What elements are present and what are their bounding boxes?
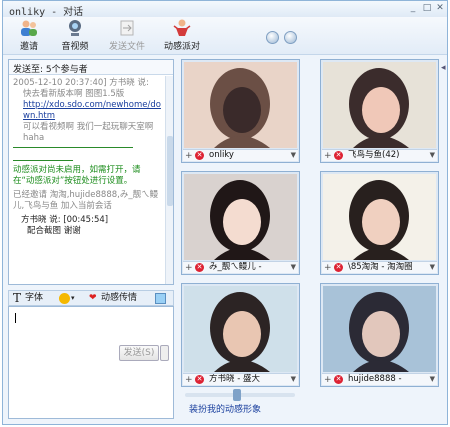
webcam-video: [184, 62, 297, 148]
video-caption-bar: + ✕ onliky ▼: [183, 149, 298, 161]
plus-icon[interactable]: +: [185, 151, 193, 161]
chevron-down-icon[interactable]: ▼: [430, 151, 435, 159]
message-header: 方书晓 说: [00:45:54]: [21, 215, 109, 225]
chevron-down-icon[interactable]: ▼: [291, 263, 296, 271]
invite-icon: [21, 20, 37, 36]
webcam-video: [323, 174, 436, 260]
chat-log: 2005-12-10 20:37:40] 方书晓 说: 快去看新版本啊 图图1.…: [9, 76, 165, 284]
message-text: 可以看视频啊 我们一起玩聊天室啊: [23, 122, 154, 132]
text-cursor: [15, 313, 16, 323]
video-tile[interactable]: + ✕ 方书晓 - 盛大 ▼: [181, 283, 300, 387]
send-options-button[interactable]: [160, 345, 169, 361]
chevron-down-icon[interactable]: ▼: [430, 263, 435, 271]
party-notice: 动感派对尚未启用，如需打开，请在“动感派对”按钮处进行设置。: [13, 165, 141, 186]
avatar-dress-link[interactable]: 装扮我的动感形象: [189, 402, 261, 415]
send-to-label: 发送至: 5个参与者: [9, 60, 173, 75]
participant-name: \85淘淘 - 淘淘圈: [348, 262, 413, 272]
participant-name: onliky: [209, 150, 234, 160]
message-text: 快去看新版本啊 图图1.5版: [23, 89, 125, 99]
font-label[interactable]: 字体: [25, 292, 43, 305]
plus-icon[interactable]: +: [324, 151, 332, 161]
minimize-button[interactable]: _: [407, 3, 419, 14]
webcam-video: [323, 62, 436, 148]
close-icon[interactable]: ✕: [195, 151, 204, 160]
message-input[interactable]: 发送(S): [8, 306, 174, 419]
plus-icon[interactable]: +: [324, 263, 332, 273]
divider: [13, 160, 73, 161]
close-icon[interactable]: ✕: [195, 375, 204, 384]
volume-slider-knob[interactable]: [233, 389, 241, 401]
send-file-icon: [120, 20, 134, 36]
participant-name: 方书晓 - 盛大: [209, 374, 260, 384]
collapse-arrow-icon[interactable]: ◂: [441, 63, 446, 73]
history-round-button[interactable]: [284, 31, 297, 44]
message-text: 配合截图 谢谢: [27, 226, 81, 236]
plus-icon[interactable]: +: [185, 375, 193, 385]
emoticon-icon[interactable]: [59, 293, 70, 304]
send-button[interactable]: 发送(S): [119, 345, 159, 361]
party-icon: [173, 19, 191, 36]
toolbar: 邀请 音视频 发送文件 动感派对: [3, 17, 447, 55]
message-text: haha: [23, 133, 45, 143]
chat-scrollbar[interactable]: [165, 76, 173, 284]
webcam-video: [184, 286, 297, 372]
video-caption-bar: + ✕ 飞鸟与鱼(42) ▼: [322, 149, 437, 161]
party-label: 动感派对: [163, 42, 200, 52]
invite-notice: 已经邀请 淘淘,hujide8888,み_靓ㄟ鳗儿,飞鸟与鱼 加入当前会话: [13, 190, 159, 211]
picture-icon[interactable]: [155, 293, 166, 304]
close-icon[interactable]: ✕: [334, 375, 343, 384]
video-caption-bar: + ✕ hujide8888 - ▼: [322, 373, 437, 385]
maximize-button[interactable]: □: [421, 3, 433, 14]
participant-name: hujide8888 -: [348, 374, 402, 384]
close-button[interactable]: ✕: [434, 3, 446, 14]
video-tile[interactable]: + ✕ hujide8888 - ▼: [320, 283, 439, 387]
video-tile[interactable]: + ✕ 飞鸟与鱼(42) ▼: [320, 59, 439, 163]
plus-icon[interactable]: +: [324, 375, 332, 385]
send-file-button[interactable]: 发送文件: [105, 19, 149, 53]
divider: [13, 147, 133, 148]
scroll-thumb[interactable]: [167, 136, 173, 206]
invite-label: 邀请: [19, 42, 38, 52]
video-grid: + ✕ onliky ▼ + ✕ 飞鸟与鱼(42) ▼ + ✕ み_靓ㄟ鳗儿 - ▼ + ✕ \85淘淘 -…: [179, 59, 447, 401]
video-caption-bar: + ✕ 方书晓 - 盛大 ▼: [183, 373, 298, 385]
party-button[interactable]: 动感派对: [159, 19, 205, 53]
webcam-video: [184, 174, 297, 260]
chevron-down-icon[interactable]: ▾: [71, 292, 75, 305]
video-caption-bar: + ✕ \85淘淘 - 淘淘圈 ▼: [322, 261, 437, 273]
participant-name: 飞鸟与鱼(42): [348, 150, 400, 160]
format-toolbar: T 字体 ▾ ❤ 动感传情: [8, 290, 174, 306]
party-message-label[interactable]: 动感传情: [101, 292, 137, 305]
message-link[interactable]: http://xdo.sdo.com/newhome/down.htm: [13, 100, 161, 122]
close-icon[interactable]: ✕: [334, 151, 343, 160]
settings-round-button[interactable]: [266, 31, 279, 44]
heart-lips-icon: ❤: [89, 293, 97, 303]
plus-icon[interactable]: +: [185, 263, 193, 273]
invite-button[interactable]: 邀请: [13, 19, 45, 53]
chevron-down-icon[interactable]: ▼: [430, 375, 435, 383]
chat-window: onliky - 对话 _ □ ✕ 邀请 音视频 发送文件 动感派对 发送至: …: [2, 0, 448, 425]
close-icon[interactable]: ✕: [334, 263, 343, 272]
video-caption-bar: + ✕ み_靓ㄟ鳗儿 - ▼: [183, 261, 298, 273]
video-tile[interactable]: + ✕ \85淘淘 - 淘淘圈 ▼: [320, 171, 439, 275]
video-tile[interactable]: + ✕ onliky ▼: [181, 59, 300, 163]
webcam-video: [323, 286, 436, 372]
send-file-label: 发送文件: [108, 42, 145, 52]
message-header: 2005-12-10 20:37:40] 方书晓 说:: [13, 78, 149, 88]
audio-video-label: 音视频: [61, 42, 89, 52]
audio-video-button[interactable]: 音视频: [55, 19, 95, 53]
font-icon[interactable]: T: [13, 292, 21, 305]
chat-history-pane: 发送至: 5个参与者 2005-12-10 20:37:40] 方书晓 说: 快…: [8, 59, 174, 285]
chevron-down-icon[interactable]: ▼: [291, 151, 296, 159]
chevron-down-icon[interactable]: ▼: [291, 375, 296, 383]
window-title: onliky - 对话: [9, 7, 84, 18]
participant-name: み_靓ㄟ鳗儿 -: [209, 262, 262, 272]
close-icon[interactable]: ✕: [195, 263, 204, 272]
title-bar[interactable]: onliky - 对话 _ □ ✕: [3, 1, 447, 18]
video-tile[interactable]: + ✕ み_靓ㄟ鳗儿 - ▼: [181, 171, 300, 275]
webcam-icon: [69, 20, 81, 36]
